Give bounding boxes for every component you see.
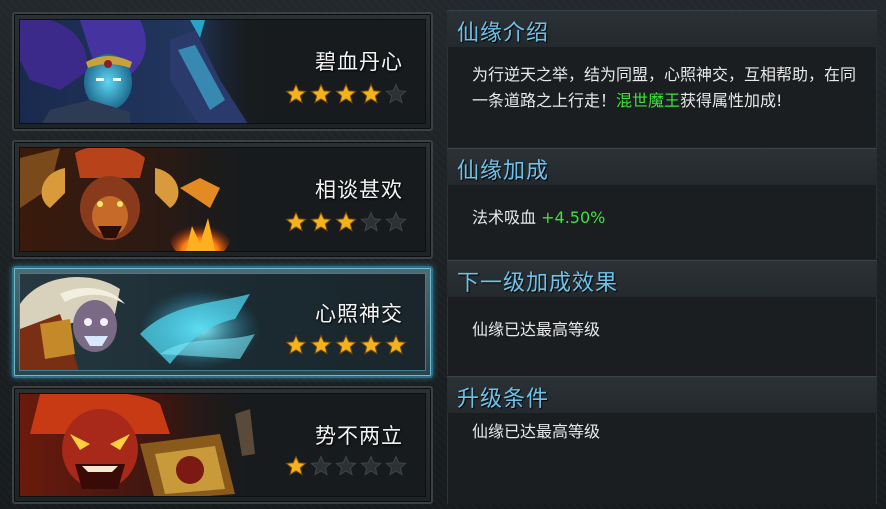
- card-inner: 碧血丹心: [19, 19, 426, 124]
- relationship-card-3[interactable]: 心照神交: [12, 266, 433, 378]
- star-filled-icon: [335, 211, 357, 232]
- white-haired-beast-portrait: [20, 277, 260, 370]
- star-rating: [285, 455, 407, 477]
- upgrade-section-body: 仙缘已达最高等级: [447, 413, 877, 504]
- relationship-card-1[interactable]: 碧血丹心: [12, 12, 433, 131]
- upgrade-text: 仙缘已达最高等级: [472, 422, 601, 441]
- bonus-title: 仙缘加成: [457, 159, 550, 184]
- next-level-section-header: 下一级加成效果: [447, 260, 877, 298]
- upgrade-section-header: 升级条件: [447, 376, 877, 414]
- bonus-section-body: 法术吸血 +4.50%: [447, 185, 877, 259]
- red-demon-king-portrait: [20, 394, 265, 496]
- star-empty-icon: [335, 455, 357, 476]
- star-empty-icon: [360, 455, 382, 476]
- intro-text-tail: 获得属性加成!: [680, 91, 783, 110]
- star-filled-icon: [335, 334, 357, 355]
- bonus-stat-label: 法术吸血: [472, 208, 537, 227]
- star-filled-icon: [285, 334, 307, 355]
- card-name: 相谈甚欢: [315, 178, 403, 202]
- blue-warrior-portrait: [20, 20, 265, 123]
- star-filled-icon: [310, 334, 332, 355]
- star-rating: [285, 211, 407, 233]
- intro-title: 仙缘介绍: [457, 21, 550, 46]
- star-filled-icon: [285, 211, 307, 232]
- star-filled-icon: [385, 334, 407, 355]
- card-inner: 相谈甚欢: [19, 147, 426, 252]
- next-level-title: 下一级加成效果: [457, 271, 619, 296]
- star-empty-icon: [385, 211, 407, 232]
- card-name: 心照神交: [315, 302, 403, 326]
- intro-highlight-name: 混世魔王: [616, 91, 681, 110]
- star-rating: [285, 83, 407, 105]
- next-level-text: 仙缘已达最高等级: [472, 320, 601, 339]
- star-filled-icon: [310, 211, 332, 232]
- relationship-detail-panel: 仙缘介绍 为行逆天之举，结为同盟，心照神交，互相帮助，在同一条道路之上行走！混世…: [447, 10, 877, 504]
- intro-section-body: 为行逆天之举，结为同盟，心照神交，互相帮助，在同一条道路之上行走！混世魔王获得属…: [447, 47, 877, 147]
- star-filled-icon: [310, 83, 332, 104]
- star-filled-icon: [285, 83, 307, 104]
- star-empty-icon: [385, 83, 407, 104]
- star-rating: [285, 334, 407, 356]
- bonus-stat: 法术吸血 +4.50%: [472, 205, 605, 231]
- bonus-stat-value: +4.50%: [541, 208, 606, 227]
- star-filled-icon: [360, 334, 382, 355]
- intro-section-header: 仙缘介绍: [447, 10, 877, 48]
- next-level-section-body: 仙缘已达最高等级: [447, 297, 877, 375]
- card-inner: 心照神交: [19, 273, 426, 371]
- star-empty-icon: [360, 211, 382, 232]
- relationship-card-4[interactable]: 势不两立: [12, 386, 433, 504]
- star-filled-icon: [285, 455, 307, 476]
- card-inner: 势不两立: [19, 393, 426, 497]
- flame-demon-portrait: [20, 148, 265, 251]
- intro-text: 为行逆天之举，结为同盟，心照神交，互相帮助，在同一条道路之上行走！混世魔王获得属…: [472, 62, 857, 114]
- star-filled-icon: [335, 83, 357, 104]
- bonus-section-header: 仙缘加成: [447, 148, 877, 186]
- relationship-card-2[interactable]: 相谈甚欢: [12, 140, 433, 259]
- card-name: 碧血丹心: [315, 50, 403, 74]
- upgrade-title: 升级条件: [457, 387, 550, 412]
- star-empty-icon: [310, 455, 332, 476]
- card-name: 势不两立: [315, 424, 403, 448]
- star-empty-icon: [385, 455, 407, 476]
- star-filled-icon: [360, 83, 382, 104]
